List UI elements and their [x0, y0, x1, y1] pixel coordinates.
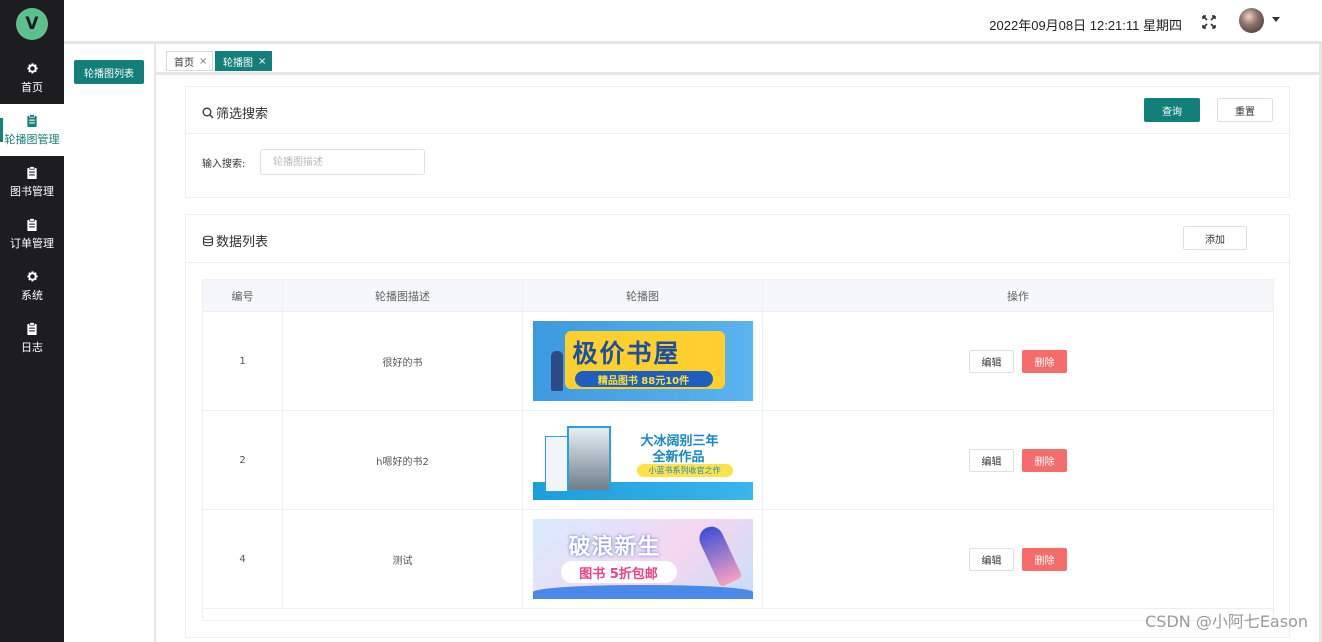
row-actions: 编辑 删除: [762, 311, 1274, 411]
row-banner-cell: 极价书屋 精品图书 88元10件: [522, 311, 763, 411]
watermark: CSDN @小阿七Eason: [1145, 612, 1308, 631]
query-button[interactable]: 查询: [1144, 98, 1200, 122]
sidebar-item-system[interactable]: 系统: [0, 260, 64, 312]
logo[interactable]: V: [16, 8, 48, 40]
gear-icon: [25, 270, 39, 284]
column-header: 操作: [762, 279, 1274, 312]
fullscreen-icon[interactable]: [1201, 14, 1217, 30]
empty-cell: [202, 608, 1274, 621]
tab-carousel[interactable]: 轮播图 ×: [215, 51, 273, 71]
sidebar-item-label: 首页: [21, 80, 43, 94]
reset-button[interactable]: 重置: [1217, 98, 1273, 122]
sidebar-item-orders[interactable]: 订单管理: [0, 208, 64, 260]
search-input[interactable]: [260, 149, 425, 175]
banner-title: 破浪新生: [568, 535, 661, 560]
search-icon: [202, 107, 214, 119]
delete-button[interactable]: 删除: [1022, 448, 1067, 472]
delete-button[interactable]: 删除: [1022, 349, 1067, 373]
filter-card-header: 筛选搜索 查询 重置: [186, 87, 1289, 134]
gear-icon: [25, 62, 39, 76]
close-icon[interactable]: ×: [258, 56, 266, 67]
banner-figure: [694, 522, 743, 588]
edit-button[interactable]: 编辑: [969, 448, 1014, 472]
main-sidebar: V 首页 轮播图管理 图书管理 订单管理 系统 日志: [0, 0, 64, 642]
tab-home[interactable]: 首页 ×: [166, 51, 214, 71]
row-banner-cell: 大冰阔别三年 全新作品 小蓝书系列收官之作: [522, 410, 763, 510]
carousel-table: 编号 轮播图描述 轮播图 操作 1 很好的书 极价书屋 精品图书 88元10件: [202, 279, 1274, 621]
table-row: 2 h嗯好的书2 大冰阔别三年 全新作品 小蓝书系列收官之作 编辑 删除: [202, 410, 1274, 510]
carousel-list-button[interactable]: 轮播图列表: [74, 60, 144, 84]
banner-title: 极价书屋: [572, 339, 681, 368]
sidebar-item-carousel[interactable]: 轮播图管理: [0, 104, 64, 156]
add-button[interactable]: 添加: [1183, 226, 1247, 250]
row-description: 测试: [282, 509, 523, 609]
banner-subtitle: 精品图书 88元10件: [574, 371, 713, 387]
clipboard-icon: [25, 218, 39, 232]
table-header-row: 编号 轮播图描述 轮播图 操作: [202, 279, 1274, 312]
data-list-header: 数据列表 添加: [186, 215, 1289, 263]
close-icon[interactable]: ×: [199, 56, 207, 67]
row-id: 1: [202, 311, 283, 411]
filter-title-label: 筛选搜索: [216, 107, 269, 122]
column-header: 轮播图: [522, 279, 763, 312]
table-row: 1 很好的书 极价书屋 精品图书 88元10件 编辑 删除: [202, 311, 1274, 411]
banner-title-2: 全新作品: [652, 450, 705, 465]
sidebar-item-label: 日志: [21, 340, 43, 354]
row-actions: 编辑 删除: [762, 410, 1274, 510]
table-filler-row: [202, 608, 1274, 621]
table-row: 4 测试 破浪新生 图书 5折包邮 编辑 删除: [202, 509, 1274, 609]
carousel-banner-image: 极价书屋 精品图书 88元10件: [532, 321, 753, 401]
delete-button[interactable]: 删除: [1022, 547, 1067, 571]
search-field-label: 输入搜索:: [202, 159, 246, 170]
caret-down-icon[interactable]: [1272, 17, 1280, 22]
banner-wave: [532, 585, 753, 599]
database-icon: [202, 235, 214, 247]
banner-subtitle: 图书 5折包邮: [560, 561, 677, 583]
data-list-title-label: 数据列表: [216, 235, 269, 250]
row-description: 很好的书: [282, 311, 523, 411]
data-list-card: 数据列表 添加 编号 轮播图描述 轮播图 操作 1 很好的书 极价书屋 精品图书…: [185, 214, 1290, 638]
carousel-banner-image: 破浪新生 图书 5折包邮: [532, 519, 753, 599]
logo-area: V: [0, 0, 64, 48]
tab-label: 轮播图: [223, 57, 253, 69]
column-header: 轮播图描述: [282, 279, 523, 312]
banner-figure: [550, 351, 563, 391]
row-description: h嗯好的书2: [282, 410, 523, 510]
row-actions: 编辑 删除: [762, 509, 1274, 609]
edit-button[interactable]: 编辑: [969, 349, 1014, 373]
sidebar-item-label: 轮播图管理: [4, 132, 60, 146]
top-header: 2022年09月08日 12:21:11 星期四: [64, 0, 1322, 44]
clipboard-icon: [25, 114, 39, 128]
filter-title: 筛选搜索: [202, 103, 268, 122]
tabs-bar: 首页 × 轮播图 ×: [156, 47, 1319, 75]
row-id: 2: [202, 410, 283, 510]
clipboard-icon: [25, 166, 39, 180]
sidebar-item-books[interactable]: 图书管理: [0, 156, 64, 208]
sidebar-item-home[interactable]: 首页: [0, 52, 64, 104]
row-banner-cell: 破浪新生 图书 5折包邮: [522, 509, 763, 609]
datetime-display: 2022年09月08日 12:21:11 星期四: [989, 18, 1182, 33]
filter-card: 筛选搜索 查询 重置 输入搜索:: [185, 86, 1290, 198]
divider: [154, 44, 156, 642]
clipboard-icon: [25, 322, 39, 336]
tab-label: 首页: [174, 57, 194, 69]
sidebar-item-label: 系统: [21, 288, 43, 302]
column-header: 编号: [202, 279, 283, 312]
data-list-title: 数据列表: [202, 231, 268, 250]
sidebar-item-label: 图书管理: [10, 184, 54, 198]
sub-sidebar: 轮播图列表: [64, 44, 154, 642]
sidebar-item-label: 订单管理: [10, 236, 54, 250]
banner-book: [566, 426, 611, 492]
banner-tag: 小蓝书系列收官之作: [636, 464, 733, 477]
row-id: 4: [202, 509, 283, 609]
avatar[interactable]: [1239, 8, 1264, 33]
sidebar-item-logs[interactable]: 日志: [0, 312, 64, 364]
edit-button[interactable]: 编辑: [969, 547, 1014, 571]
carousel-banner-image: 大冰阔别三年 全新作品 小蓝书系列收官之作: [532, 420, 753, 500]
